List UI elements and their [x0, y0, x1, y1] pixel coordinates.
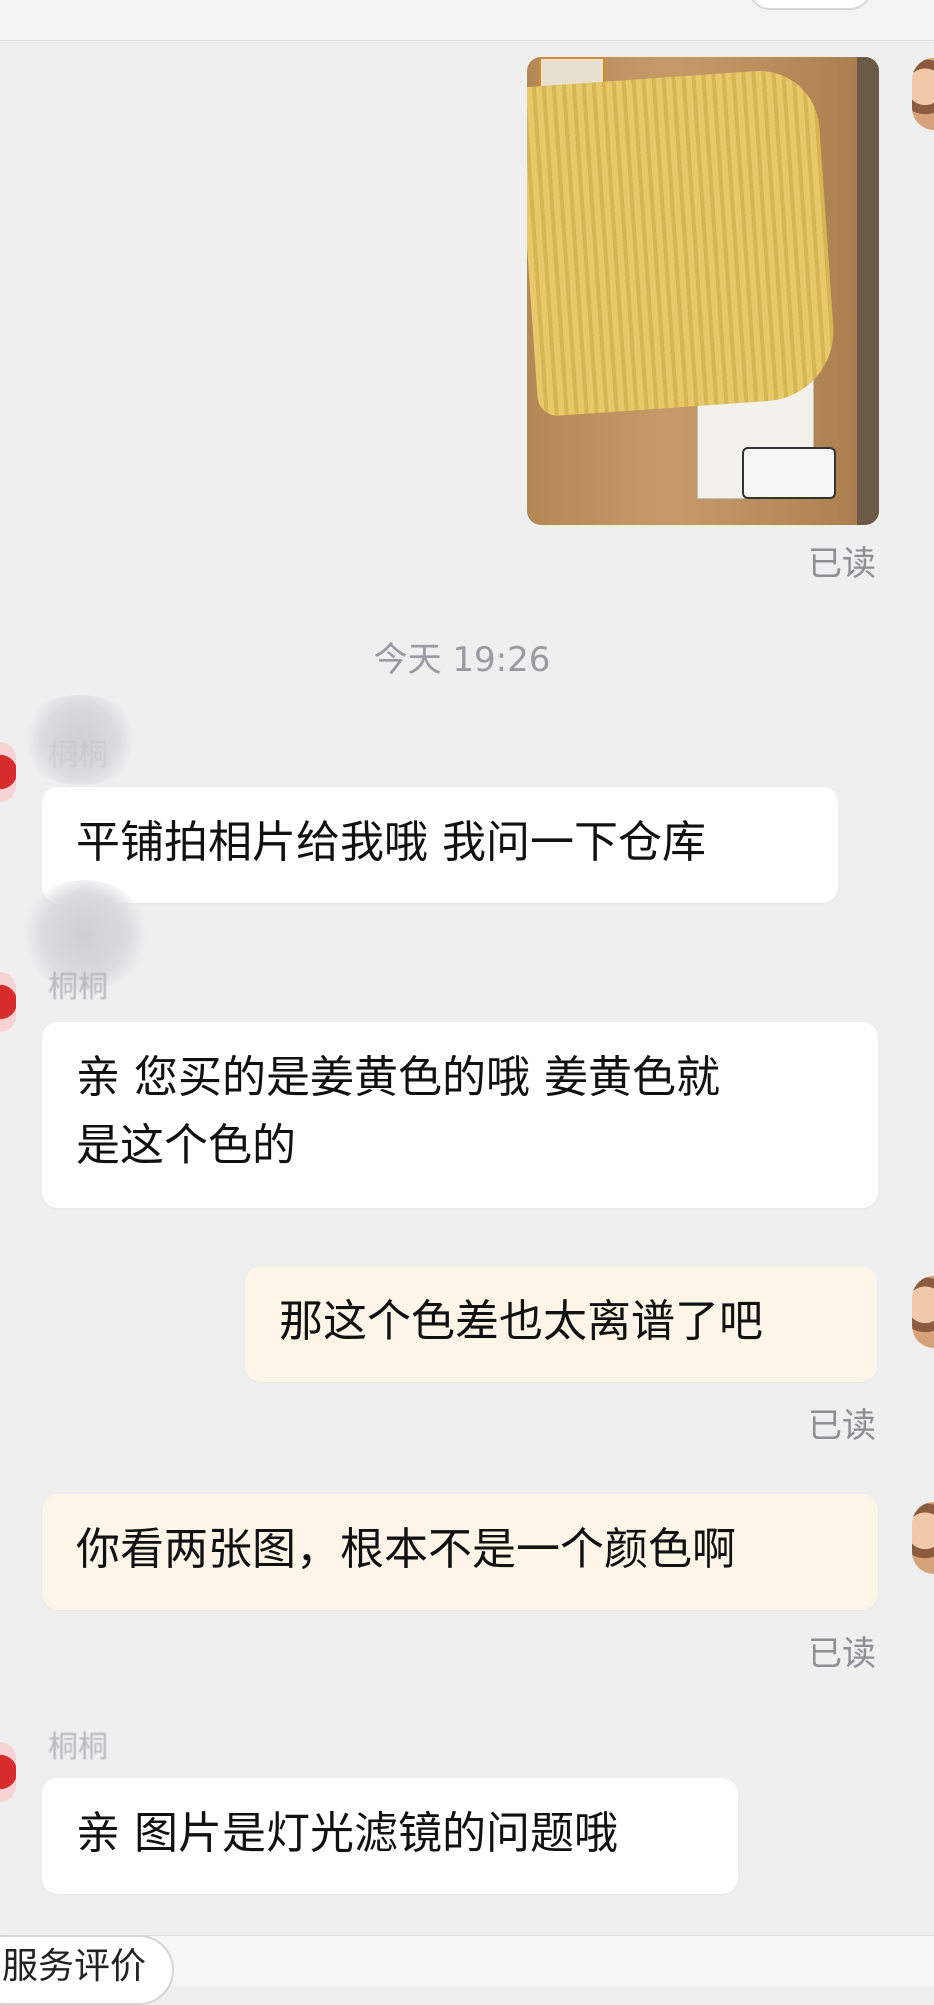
my-avatar[interactable]: [912, 58, 934, 130]
message-text: 亲 图片是灯光滤镜的问题哦: [76, 1808, 618, 1859]
sender-name: 桐桐: [48, 970, 108, 1005]
message-timestamp: 今天 19:26: [373, 640, 551, 680]
service-evaluation-label: 服务评价: [2, 1946, 147, 1987]
image-background: [857, 57, 879, 525]
service-evaluation-button[interactable]: 服务评价: [0, 1935, 175, 2005]
my-avatar[interactable]: [912, 1276, 934, 1348]
read-status: 已读: [808, 1634, 876, 1674]
read-status: 已读: [808, 1406, 876, 1446]
agent-avatar[interactable]: [0, 742, 16, 802]
image-message[interactable]: [527, 57, 879, 525]
message-bubble[interactable]: 平铺拍相片给我哦 我问一下仓库: [42, 787, 838, 903]
message-bubble[interactable]: 亲 图片是灯光滤镜的问题哦: [42, 1778, 738, 1894]
message-bubble[interactable]: 你看两张图，根本不是一个颜色啊: [42, 1494, 878, 1610]
image-sweater: [527, 66, 839, 418]
sender-name: 桐桐: [48, 738, 108, 773]
image-detail: [742, 447, 836, 499]
message-text: 亲 您买的是姜黄色的哦 姜黄色就: [76, 1052, 720, 1103]
my-avatar[interactable]: [912, 1502, 934, 1574]
message-text: 平铺拍相片给我哦 我问一下仓库: [76, 817, 706, 868]
sender-name: 桐桐: [48, 1730, 108, 1765]
message-bubble[interactable]: 那这个色差也太离谱了吧: [245, 1266, 877, 1382]
message-text: 那这个色差也太离谱了吧: [279, 1296, 763, 1347]
agent-avatar[interactable]: [0, 1742, 16, 1802]
message-text: 是这个色的: [76, 1120, 296, 1171]
top-action-button[interactable]: [748, 0, 872, 10]
message-bubble[interactable]: 亲 您买的是姜黄色的哦 姜黄色就 是这个色的: [42, 1022, 878, 1208]
agent-avatar[interactable]: [0, 972, 16, 1032]
read-status: 已读: [808, 544, 876, 584]
message-text: 你看两张图，根本不是一个颜色啊: [76, 1524, 736, 1575]
